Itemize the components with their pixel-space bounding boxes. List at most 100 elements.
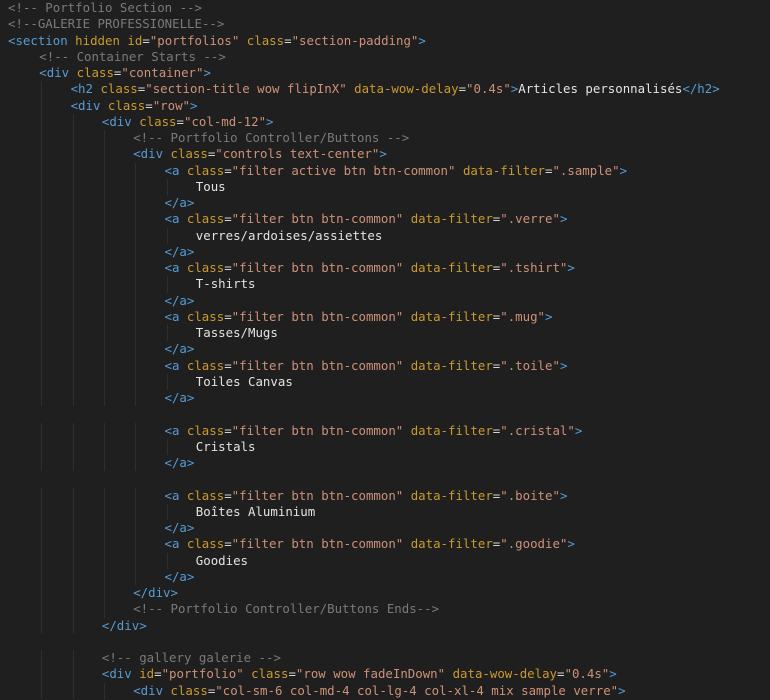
indent-guide xyxy=(72,422,74,439)
code-token: "portfolios" xyxy=(149,32,240,48)
code-token: </h2> xyxy=(682,81,720,97)
code-line[interactable]: </a> xyxy=(0,195,770,212)
indent-guide xyxy=(103,325,105,342)
indent-guide xyxy=(135,211,137,228)
code-line[interactable]: <a class="filter active btn btn-common" … xyxy=(0,162,770,179)
indent-guide xyxy=(166,276,168,293)
indent-guide xyxy=(72,552,74,569)
code-line[interactable]: <a class="filter btn btn-common" data-fi… xyxy=(0,211,770,228)
code-line[interactable]: <!-- Portfolio Controller/Buttons Ends--… xyxy=(0,601,770,618)
indent-guide xyxy=(72,666,74,683)
indent-guide xyxy=(103,601,105,618)
code-line[interactable] xyxy=(0,406,770,422)
indent-guide xyxy=(72,617,74,634)
indent-guide xyxy=(103,682,105,699)
code-token: = xyxy=(154,666,162,682)
code-token: data-wow-delay xyxy=(354,81,459,97)
code-line[interactable]: <div class="row"> xyxy=(0,97,770,114)
code-token: "filter btn btn-common" xyxy=(231,260,404,275)
code-line[interactable]: <div id="portfolio" class="row wow fadeI… xyxy=(0,666,770,683)
indent-guide xyxy=(103,195,105,212)
code-line[interactable] xyxy=(0,471,770,487)
code-line[interactable]: <!-- Portfolio Section --> xyxy=(0,0,770,16)
code-token: </a> xyxy=(164,341,195,357)
code-line[interactable]: <!--GALERIE PROFESSIONELLE--> xyxy=(0,16,770,32)
code-token: ".mug" xyxy=(500,308,546,324)
code-line[interactable]: <div class="container"> xyxy=(0,65,770,81)
indent-guide xyxy=(41,195,43,212)
indent-guide xyxy=(41,341,43,358)
code-token: > xyxy=(609,666,617,682)
code-line[interactable]: <div class="controls text-center"> xyxy=(0,146,770,163)
code-line[interactable]: Cristals xyxy=(0,438,770,455)
code-line[interactable]: <a class="filter btn btn-common" data-fi… xyxy=(0,357,770,374)
code-line[interactable]: <a class="filter btn btn-common" data-fi… xyxy=(0,422,770,439)
code-token: = xyxy=(224,162,232,178)
code-line[interactable]: <div class="col-md-12"> xyxy=(0,113,770,130)
code-line[interactable]: </div> xyxy=(0,617,770,634)
indent-guide xyxy=(135,390,137,407)
code-line[interactable]: </a> xyxy=(0,520,770,537)
code-line[interactable]: </a> xyxy=(0,341,770,358)
indent-guide xyxy=(72,211,74,228)
code-line[interactable]: <a class="filter btn btn-common" data-fi… xyxy=(0,308,770,325)
indent-guide xyxy=(135,162,137,179)
code-token: = xyxy=(224,487,232,503)
code-token: "col-md-12" xyxy=(183,113,267,129)
code-line[interactable]: <!-- Portfolio Controller/Buttons --> xyxy=(0,130,770,147)
code-token: <a xyxy=(164,536,180,552)
code-line[interactable]: <h2 class = "section-title wow flipInX" da… xyxy=(0,81,770,98)
code-line[interactable]: </div> xyxy=(0,585,770,602)
code-token: </a> xyxy=(164,195,195,210)
code-line[interactable]: Toiles Canvas xyxy=(0,373,770,390)
code-line[interactable]: verres/ardoises/assiettes xyxy=(0,227,770,244)
code-line[interactable]: <!-- Container Starts --> xyxy=(0,49,770,65)
code-line[interactable]: Tasses/Mugs xyxy=(0,325,770,342)
indent-guide xyxy=(135,552,137,569)
code-token: = xyxy=(142,32,150,48)
code-line[interactable]: </a> xyxy=(0,568,770,585)
code-line[interactable]: T-shirts xyxy=(0,276,770,293)
indent-guide xyxy=(103,357,105,374)
code-token: ".tshirt" xyxy=(500,260,568,275)
code-line[interactable]: </a> xyxy=(0,243,770,260)
code-editor[interactable]: <!-- Portfolio Section --> <!--GALERIE PR… xyxy=(0,0,770,700)
code-line[interactable]: </a> xyxy=(0,455,770,472)
code-line[interactable]: <!-- gallery galerie --> xyxy=(0,650,770,667)
indent-guide xyxy=(41,276,43,293)
code-token: data-wow-delay xyxy=(452,666,558,682)
code-line[interactable]: Tous xyxy=(0,178,770,195)
indent-guide xyxy=(41,260,43,277)
code-line[interactable]: Goodies xyxy=(0,552,770,569)
code-token: Tasses/Mugs xyxy=(195,325,278,340)
code-line[interactable]: <a class="filter btn btn-common" data-fi… xyxy=(0,487,770,504)
code-token: = xyxy=(458,81,467,97)
code-line[interactable]: </a> xyxy=(0,390,770,407)
indent-guide xyxy=(72,243,74,260)
code-token: </a> xyxy=(164,292,195,308)
indent-guide xyxy=(41,455,43,472)
indent-guide xyxy=(166,373,168,390)
code-line[interactable]: <div class="col-sm-6 col-md-4 col-lg-4 c… xyxy=(0,682,770,699)
code-line[interactable]: </a> xyxy=(0,292,770,309)
indent-guide xyxy=(41,438,43,455)
indent-guide xyxy=(72,260,74,277)
code-token: = xyxy=(224,536,232,552)
indent-guide xyxy=(135,373,137,390)
code-line[interactable]: <a class="filter btn btn-common" data-fi… xyxy=(0,536,770,553)
code-token: "col-sm-6 col-md-4 col-lg-4 col-xl-4 mix… xyxy=(215,682,619,698)
code-token: data-filter xyxy=(410,536,493,552)
code-token: </div> xyxy=(133,585,178,600)
code-token: ".toile" xyxy=(500,357,560,373)
indent-guide xyxy=(166,178,168,195)
code-line[interactable] xyxy=(0,634,770,650)
indent-guide xyxy=(41,373,43,390)
code-line[interactable]: <a class="filter btn btn-common" data-fi… xyxy=(0,260,770,277)
code-line[interactable]: Boîtes Aluminium xyxy=(0,503,770,520)
code-line[interactable]: <section hidden id="portfolios" class="s… xyxy=(0,33,770,49)
